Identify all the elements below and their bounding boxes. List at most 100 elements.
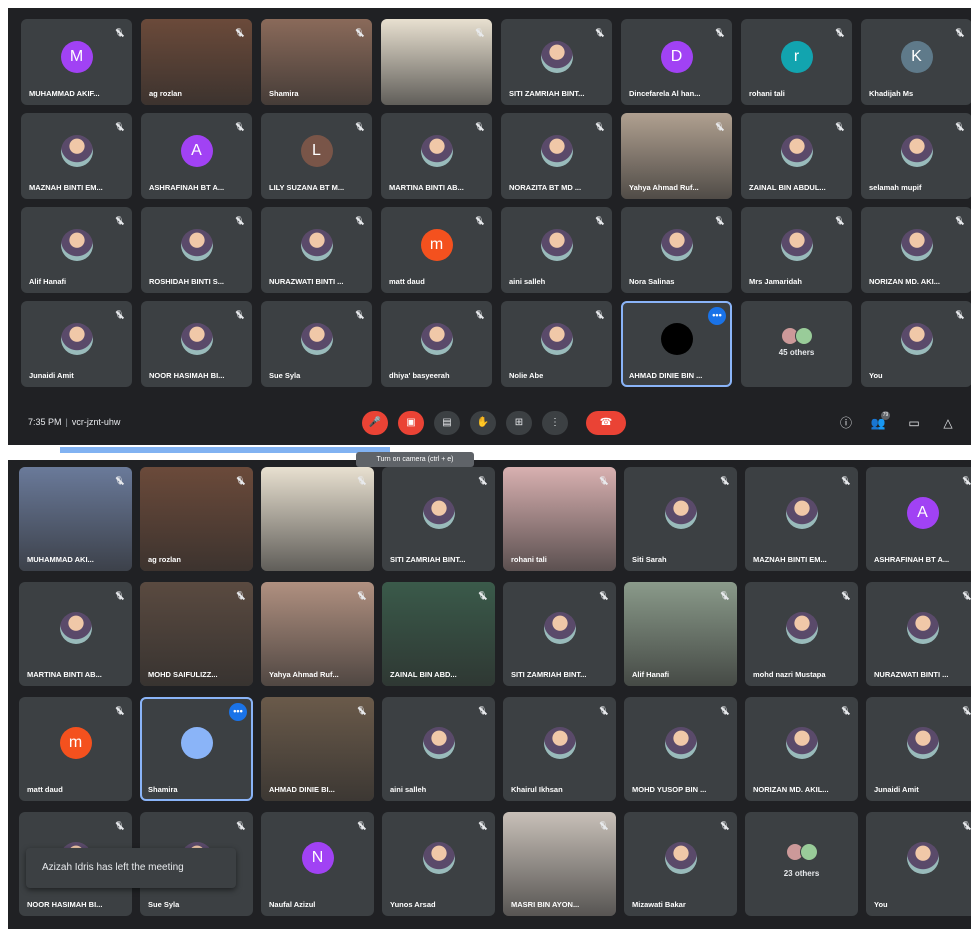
participant-tile[interactable]: 🎙 AHMAD DINIE BI... — [261, 697, 374, 801]
participant-tile[interactable]: 🎙 MARTINA BINTI AB... — [19, 582, 132, 686]
participant-tile[interactable]: r 🎙 rohani tali — [741, 19, 852, 105]
participant-tile[interactable]: 🎙 Shamira — [261, 19, 372, 105]
participant-tile[interactable]: 🎙 MOHD SAIFULIZZ... — [140, 582, 253, 686]
participant-tile[interactable]: 🎙 aini salleh — [501, 207, 612, 293]
participant-tile[interactable]: 🎙 dhiya' basyeerah — [381, 301, 492, 387]
participant-tile[interactable]: 🎙 Mizawati Bakar — [624, 812, 737, 916]
participant-tile[interactable]: 🎙 You — [861, 301, 971, 387]
participant-tile[interactable]: 🎙 NORIZAN MD. AKIL... — [745, 697, 858, 801]
participant-tile[interactable]: 🎙 Mrs Jamaridah — [741, 207, 852, 293]
participant-avatar: M — [60, 40, 93, 73]
participant-tile[interactable]: 🎙 SITI ZAMRIAH BINT... — [501, 19, 612, 105]
participant-tile[interactable]: 🎙 — [381, 19, 492, 105]
meeting-details-button[interactable]: ⓘ — [838, 415, 854, 431]
mic-muted-icon: 🎙 — [954, 28, 965, 37]
captions-button[interactable]: ▤ — [434, 411, 460, 435]
people-button[interactable]: 👥 79 — [870, 411, 890, 431]
participant-tile[interactable]: 🎙 MUHAMMAD AKI... — [19, 467, 132, 571]
participant-tile[interactable]: M 🎙 MUHAMMAD AKIF... — [21, 19, 132, 105]
participant-tile[interactable]: 🎙 MARTINA BINTI AB... — [381, 113, 492, 199]
participant-tile[interactable]: 🎙 Junaidi Amit — [866, 697, 971, 801]
participant-tile[interactable]: 🎙 Yahya Ahmad Ruf... — [621, 113, 732, 199]
participant-avatar — [664, 496, 697, 529]
participant-tile[interactable]: 🎙 MASRI BIN AYON... — [503, 812, 616, 916]
raise-hand-button[interactable]: ✋ — [470, 411, 496, 435]
participant-tile[interactable]: 🎙 Yahya Ahmad Ruf... — [261, 582, 374, 686]
participant-name: SITI ZAMRIAH BINT... — [390, 555, 466, 564]
participant-tile[interactable]: 🎙 Siti Sarah — [624, 467, 737, 571]
participant-tile[interactable]: 🎙 NURAZWATI BINTI ... — [866, 582, 971, 686]
screenshot-divider — [8, 445, 971, 460]
participant-tile[interactable]: m 🎙 matt daud — [19, 697, 132, 801]
meeting-info: 7:35 PM | vcr-jznt-uhw — [28, 417, 120, 427]
mic-muted-icon: 🎙 — [114, 28, 125, 37]
participant-tile[interactable]: D 🎙 Dincefarela Al han... — [621, 19, 732, 105]
mic-off-icon: 🎤 — [368, 417, 382, 428]
tile-options-icon[interactable]: ••• — [229, 703, 247, 721]
mic-muted-icon: 🎙 — [477, 476, 488, 485]
participant-tile[interactable]: 🎙 MAZNAH BINTI EM... — [21, 113, 132, 199]
participant-tile[interactable]: A 🎙 ASHRAFINAH BT A... — [141, 113, 252, 199]
participant-tile[interactable]: 🎙•••Shamira — [140, 697, 253, 801]
participant-avatar — [540, 228, 573, 261]
participant-tile[interactable]: K 🎙 Khadijah Ms — [861, 19, 971, 105]
more-options-button[interactable]: ⋮ — [542, 411, 568, 435]
participant-tile[interactable]: 🎙 NORAZITA BT MD ... — [501, 113, 612, 199]
participant-avatar — [660, 322, 693, 355]
participant-tile[interactable]: 🎙 SITI ZAMRIAH BINT... — [382, 467, 495, 571]
participant-tile[interactable]: 🎙 ZAINAL BIN ABDUL... — [741, 113, 852, 199]
participant-tile[interactable]: 🎙 Alif Hanafi — [21, 207, 132, 293]
present-button[interactable]: ⊞ — [506, 411, 532, 435]
mic-muted-icon: 🎙 — [356, 476, 367, 485]
participant-avatar — [420, 134, 453, 167]
participant-tile[interactable]: A 🎙 ASHRAFINAH BT A... — [866, 467, 971, 571]
participant-tile[interactable]: 🎙 MAZNAH BINTI EM... — [745, 467, 858, 571]
participant-tile[interactable]: m 🎙 matt daud — [381, 207, 492, 293]
participant-tile[interactable]: 🎙 ZAINAL BIN ABD... — [382, 582, 495, 686]
camera-toggle-button[interactable]: ▣ — [398, 411, 424, 435]
participant-tile[interactable]: 🎙 rohani tali — [503, 467, 616, 571]
participant-avatar: D — [660, 40, 693, 73]
others-avatar — [799, 843, 818, 862]
participant-name: MOHD SAIFULIZZ... — [148, 670, 218, 679]
participant-tile[interactable]: 🎙 You — [866, 812, 971, 916]
participant-name: ZAINAL BIN ABDUL... — [749, 183, 826, 192]
mic-toggle-button[interactable]: 🎤 — [362, 411, 388, 435]
participant-tile[interactable]: 🎙 ROSHIDAH BINTI S... — [141, 207, 252, 293]
mic-muted-icon: 🎙 — [114, 591, 125, 600]
participant-tile[interactable]: 🎙 ag rozlan — [140, 467, 253, 571]
participant-tile[interactable]: 🎙 Nolie Abe — [501, 301, 612, 387]
participant-name: rohani tali — [511, 555, 547, 564]
participant-tile[interactable]: 🎙 aini salleh — [382, 697, 495, 801]
participant-tile[interactable]: 🎙 — [261, 467, 374, 571]
activities-button[interactable]: △ — [940, 415, 956, 431]
participant-avatar — [540, 322, 573, 355]
participant-tile[interactable]: 🎙 MOHD YUSOP BIN ... — [624, 697, 737, 801]
participant-tile[interactable]: 🎙 Junaidi Amit — [21, 301, 132, 387]
participant-tile[interactable]: 🎙 NOOR HASIMAH BI... — [141, 301, 252, 387]
mic-muted-icon: 🎙 — [961, 821, 971, 830]
participant-tile[interactable]: 45 others — [741, 301, 852, 387]
participant-tile[interactable]: 🎙 mohd nazri Mustapa — [745, 582, 858, 686]
participant-tile[interactable]: 🎙 Sue Syla — [261, 301, 372, 387]
participant-tile[interactable]: 🎙 ag rozlan — [141, 19, 252, 105]
chat-button[interactable]: ▭ — [906, 415, 922, 431]
participant-tile[interactable]: 🎙 selamah mupif — [861, 113, 971, 199]
participant-avatar — [300, 228, 333, 261]
participant-tile[interactable]: 🎙 Khairul Ikhsan — [503, 697, 616, 801]
participant-tile[interactable]: 🎙•••AHMAD DINIE BIN ... — [621, 301, 732, 387]
participant-tile[interactable]: 🎙 Nora Salinas — [621, 207, 732, 293]
participant-tile[interactable]: N 🎙 Naufal Azizul — [261, 812, 374, 916]
participant-tile[interactable]: 23 others — [745, 812, 858, 916]
participant-tile[interactable]: 🎙 NURAZWATI BINTI ... — [261, 207, 372, 293]
participant-tile[interactable]: 🎙 Yunos Arsad — [382, 812, 495, 916]
participant-name: ag rozlan — [148, 555, 181, 564]
participant-tile[interactable]: L 🎙 LILY SUZANA BT M... — [261, 113, 372, 199]
participant-tile[interactable]: 🎙 NORIZAN MD. AKI... — [861, 207, 971, 293]
leave-call-button[interactable]: ☎ — [586, 411, 626, 435]
participant-name: ASHRAFINAH BT A... — [874, 555, 950, 564]
participant-tile[interactable]: 🎙 SITI ZAMRIAH BINT... — [503, 582, 616, 686]
participant-name: MAZNAH BINTI EM... — [753, 555, 827, 564]
participant-tile[interactable]: 🎙 Alif Hanafi — [624, 582, 737, 686]
tile-options-icon[interactable]: ••• — [708, 307, 726, 325]
